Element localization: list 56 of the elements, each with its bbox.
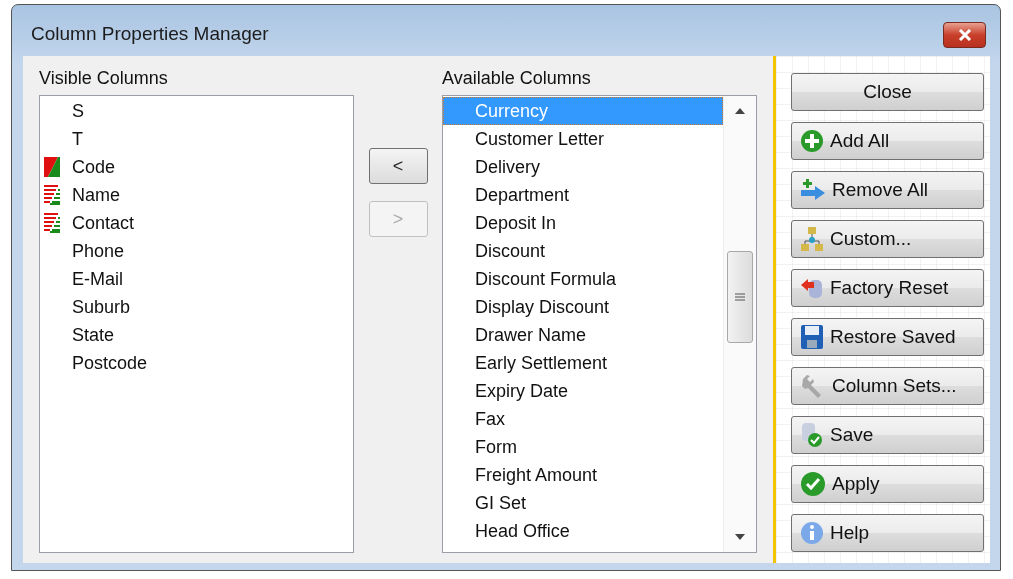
list-item[interactable]: Customer Letter [443,125,723,153]
list-item[interactable]: Drawer Name [443,321,723,349]
list-label: Visible Columns [39,68,169,90]
arrow-icon [800,178,826,202]
list-item[interactable]: Form [443,433,723,461]
list-item[interactable]: Name [72,184,120,206]
action-button[interactable]: Factory Reset [791,269,984,307]
list-item[interactable]: Discount [443,237,723,265]
action-button[interactable]: Custom... [791,220,984,258]
action-button[interactable]: Save [791,416,984,454]
action-button[interactable]: Column Sets... [791,367,984,405]
list-label: Available Columns [442,68,592,90]
check-icon [800,471,826,497]
list-item[interactable]: Display Discount [443,293,723,321]
scrollbar[interactable] [723,96,756,552]
action-button[interactable]: Remove All [791,171,984,209]
sort-icon [44,185,60,205]
action-button[interactable]: Close [791,73,984,111]
list-item[interactable]: Postcode [72,352,148,374]
action-button[interactable]: Add All [791,122,984,160]
sort-icon [44,213,60,233]
list-item[interactable]: Code [72,156,116,178]
list-item[interactable]: T [72,128,83,150]
network-icon [800,226,824,252]
window-title: Column Properties Manager [30,21,269,45]
list-item[interactable]: Fax [443,405,723,433]
database-icon [800,276,824,300]
list-item[interactable]: Expiry Date [443,377,723,405]
action-button[interactable]: Restore Saved [791,318,984,356]
action-button[interactable]: Apply [791,465,984,503]
action-button[interactable]: Help [791,514,984,552]
floppy-icon [800,324,824,350]
scroll-thumb[interactable] [727,251,753,343]
close-button[interactable] [943,22,986,48]
list-item[interactable]: Phone [72,240,125,262]
list-item[interactable]: Contact [72,212,135,234]
list-item[interactable]: State [72,324,115,346]
list-item[interactable]: E-Mail [72,268,123,290]
info-icon [800,521,824,545]
plus-icon [800,129,824,153]
list-item[interactable]: Suburb [72,296,131,318]
list-item[interactable]: Delivery [443,153,723,181]
list-item[interactable]: Early Settlement [443,349,723,377]
move-button[interactable]: < [368,148,428,184]
scroll-up-icon[interactable] [735,108,745,114]
list-item[interactable]: Discount Formula [443,265,723,293]
list-item[interactable]: Department [443,181,723,209]
database-check-icon [800,422,824,448]
list-item[interactable]: S [72,100,84,122]
scroll-down-icon[interactable] [735,534,745,540]
list-item[interactable]: Head Office [443,517,723,545]
close-icon [957,29,972,41]
list-item[interactable]: Freight Amount [443,461,723,489]
sort-icon [44,157,60,177]
list-item[interactable]: GI Set [443,489,723,517]
list-item[interactable]: Deposit In [443,209,723,237]
